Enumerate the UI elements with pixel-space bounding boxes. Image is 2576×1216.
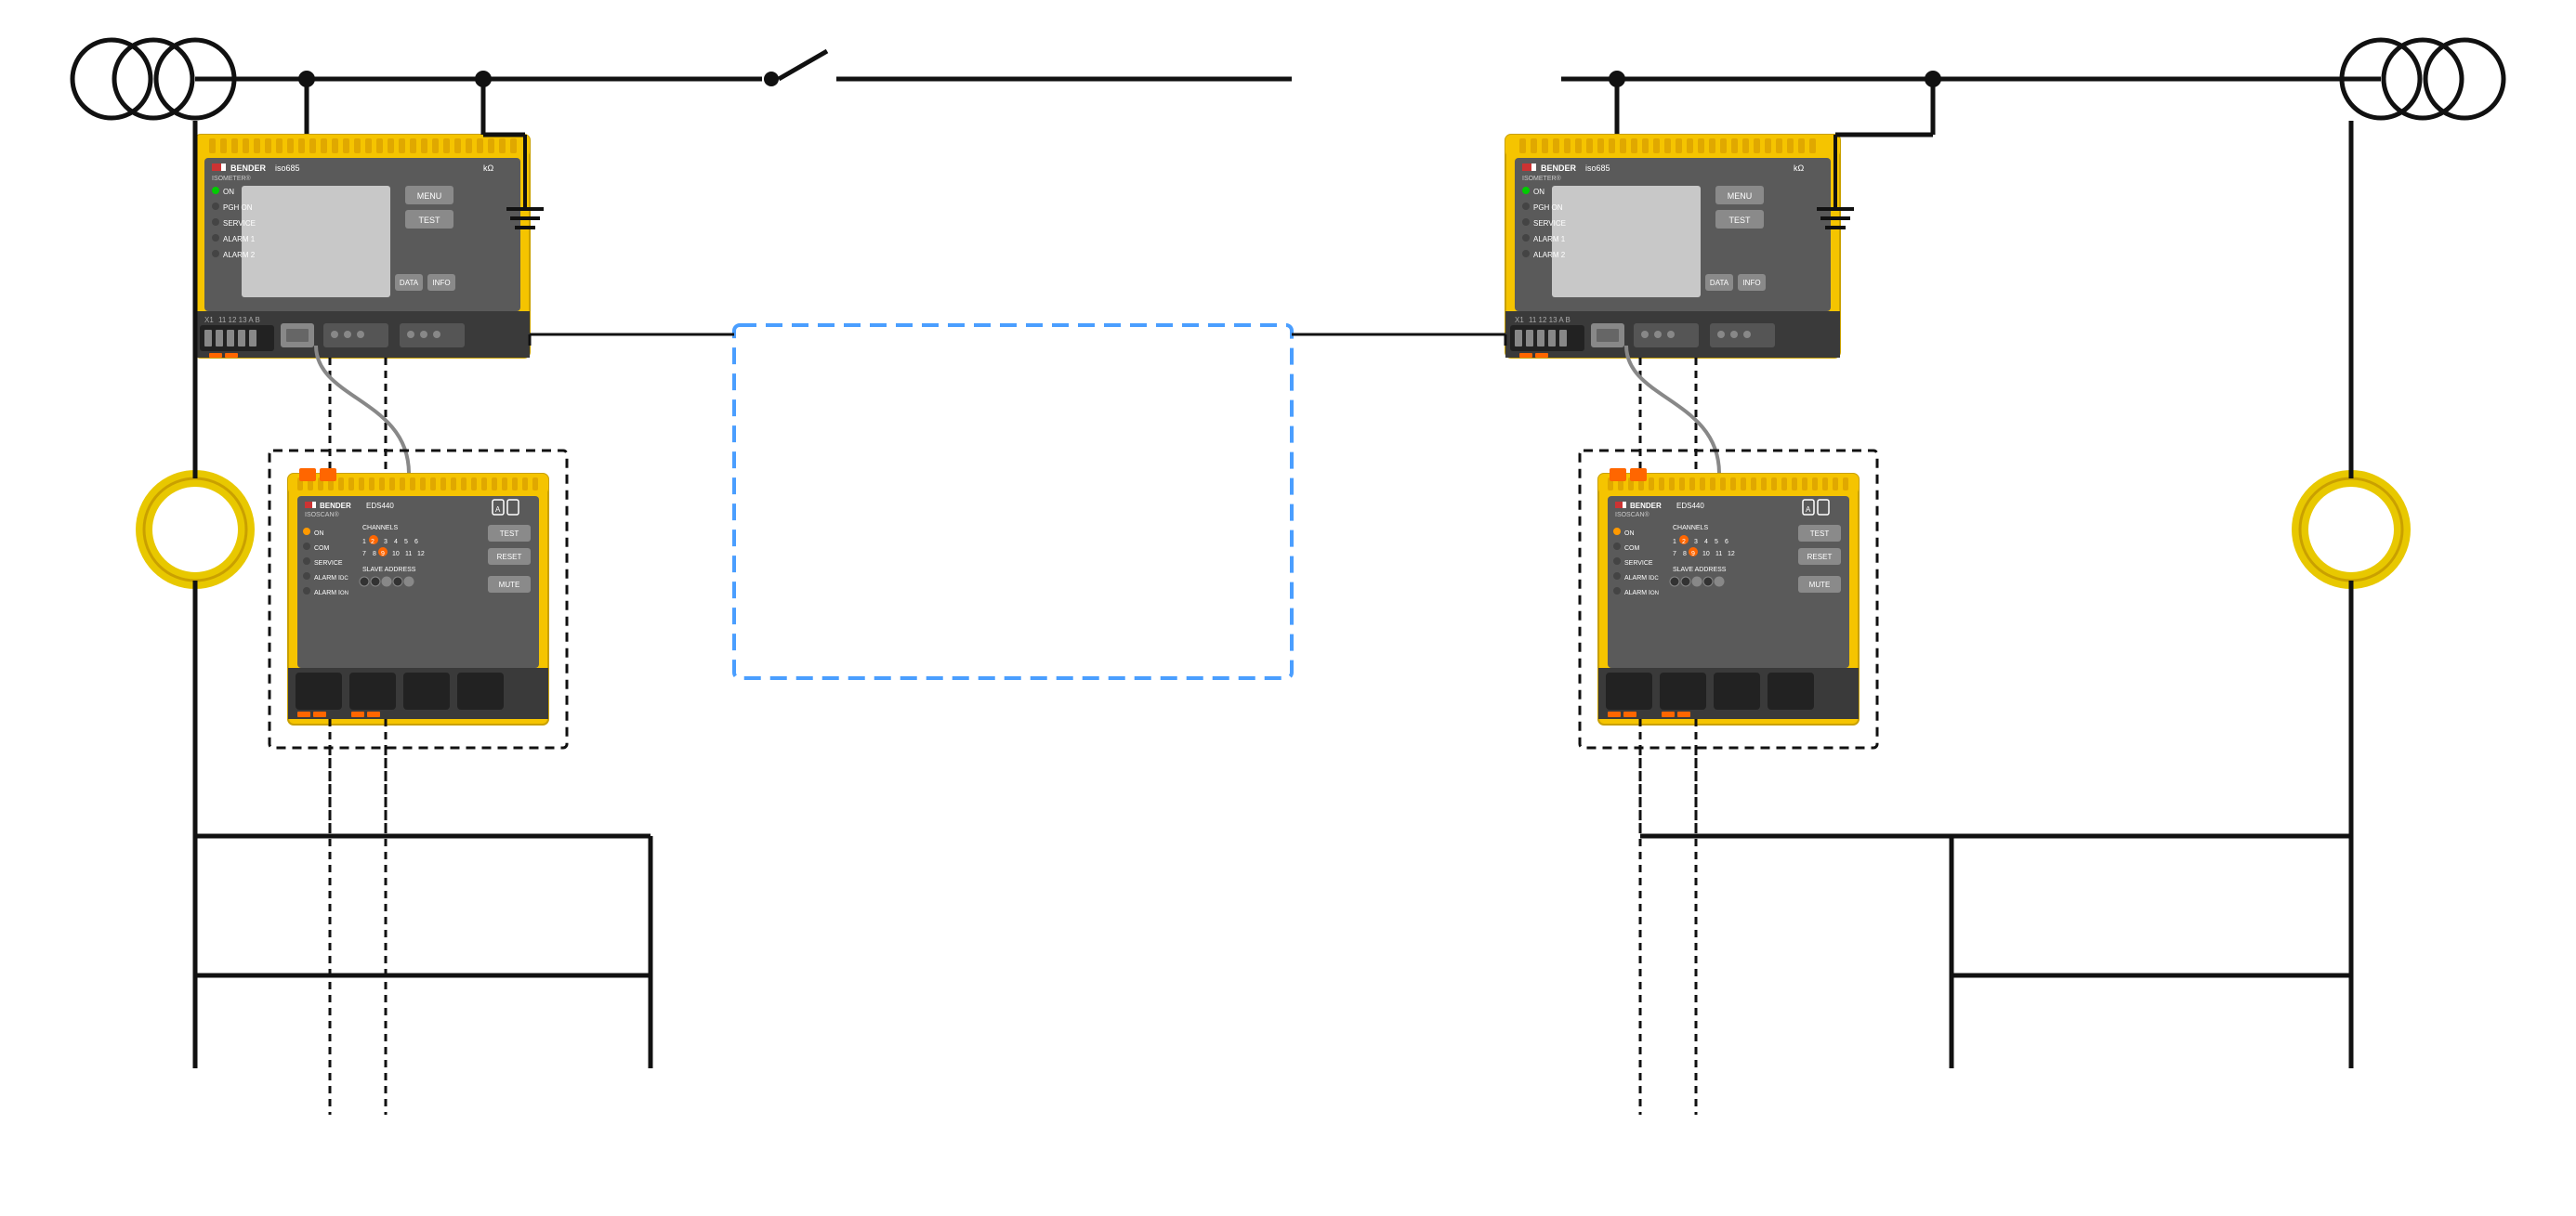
svg-text:7: 7	[1673, 551, 1676, 557]
svg-text:DC: DC	[340, 576, 348, 582]
svg-text:PGH ON: PGH ON	[1533, 203, 1563, 212]
svg-text:12: 12	[417, 551, 425, 557]
svg-text:kΩ: kΩ	[483, 163, 494, 173]
svg-text:SERVICE: SERVICE	[1624, 560, 1653, 567]
svg-text:10: 10	[1702, 551, 1710, 557]
svg-text:MUTE: MUTE	[1809, 581, 1831, 589]
svg-text:BENDER: BENDER	[320, 502, 351, 510]
svg-text:EDS440: EDS440	[366, 502, 394, 510]
svg-text:X1: X1	[1515, 316, 1524, 324]
svg-text:8: 8	[373, 551, 376, 557]
transformer-left	[72, 37, 221, 121]
svg-text:6: 6	[1725, 539, 1728, 545]
svg-text:BENDER: BENDER	[1541, 163, 1577, 173]
svg-text:ISOMETER®: ISOMETER®	[1522, 175, 1562, 182]
svg-text:SLAVE ADDRESS: SLAVE ADDRESS	[1673, 567, 1727, 573]
svg-text:SERVICE: SERVICE	[1533, 219, 1566, 228]
svg-text:COM: COM	[314, 545, 330, 552]
svg-text:RESET: RESET	[1807, 553, 1833, 561]
svg-text:11 12 13 A B: 11 12 13 A B	[218, 316, 260, 324]
svg-text:INFO: INFO	[432, 279, 450, 287]
iso685-right-device: BENDER iso685 MENU TEST	[1505, 135, 1840, 358]
toroid-right	[2309, 488, 2393, 571]
svg-text:BENDER: BENDER	[1630, 502, 1662, 510]
svg-text:CHANNELS: CHANNELS	[362, 525, 398, 531]
svg-text:ALARM 2: ALARM 2	[1533, 251, 1566, 259]
svg-text:12: 12	[1728, 551, 1735, 557]
svg-text:TEST: TEST	[1728, 216, 1751, 225]
svg-text:11: 11	[405, 551, 412, 557]
svg-text:ALARM 1: ALARM 1	[223, 235, 256, 243]
svg-text:TEST: TEST	[500, 530, 519, 538]
svg-text:ON: ON	[1533, 188, 1544, 196]
svg-text:10: 10	[392, 551, 400, 557]
svg-text:ON: ON	[223, 188, 234, 196]
svg-text:SLAVE ADDRESS: SLAVE ADDRESS	[362, 567, 416, 573]
svg-text:SERVICE: SERVICE	[314, 560, 343, 567]
svg-text:ON: ON	[314, 530, 324, 537]
svg-text:DC: DC	[1650, 576, 1659, 582]
svg-text:ALARM I: ALARM I	[314, 590, 340, 596]
toroid-left	[153, 488, 237, 571]
svg-text:DATA: DATA	[400, 279, 419, 287]
transformer-right	[2342, 37, 2491, 121]
svg-text:ISOMETER®: ISOMETER®	[212, 175, 252, 182]
svg-text:1: 1	[1673, 539, 1676, 545]
svg-text:DATA: DATA	[1710, 279, 1729, 287]
eds440-left-device: BENDER EDS440 TEST RESET MUTE	[288, 474, 548, 725]
svg-text:MUTE: MUTE	[499, 581, 520, 589]
svg-text:1: 1	[362, 539, 366, 545]
svg-text:BENDER: BENDER	[230, 163, 267, 173]
svg-text:CHANNELS: CHANNELS	[1673, 525, 1708, 531]
svg-text:2: 2	[371, 539, 375, 545]
svg-text:X1: X1	[204, 316, 214, 324]
svg-text:ISOSCAN®: ISOSCAN®	[1615, 511, 1650, 518]
svg-text:iso685: iso685	[1585, 163, 1610, 173]
svg-text:RESET: RESET	[497, 553, 522, 561]
svg-text:INFO: INFO	[1742, 279, 1760, 287]
svg-text:4: 4	[394, 539, 398, 545]
svg-text:TEST: TEST	[418, 216, 440, 225]
svg-text:6: 6	[414, 539, 418, 545]
svg-text:ALARM I: ALARM I	[1624, 575, 1650, 582]
svg-text:5: 5	[404, 539, 408, 545]
svg-text:A: A	[495, 505, 501, 514]
svg-text:MENU: MENU	[417, 191, 442, 201]
svg-text:7: 7	[362, 551, 366, 557]
svg-text:3: 3	[1694, 539, 1698, 545]
svg-text:ON: ON	[1650, 591, 1659, 596]
svg-text:EDS440: EDS440	[1676, 502, 1704, 510]
svg-text:11 12 13 A B: 11 12 13 A B	[1529, 316, 1571, 324]
svg-text:5: 5	[1715, 539, 1718, 545]
svg-text:ALARM 2: ALARM 2	[223, 251, 256, 259]
iso685-left-device: BENDER iso685 MENU TEST DATA INFO	[195, 135, 530, 358]
svg-text:9: 9	[1691, 551, 1695, 557]
svg-text:11: 11	[1715, 551, 1722, 557]
svg-text:3: 3	[384, 539, 388, 545]
svg-text:9: 9	[381, 551, 385, 557]
svg-text:2: 2	[1682, 539, 1686, 545]
svg-text:ON: ON	[1624, 530, 1635, 537]
dashed-communication-box	[734, 325, 1292, 678]
svg-text:MENU: MENU	[1728, 191, 1753, 201]
eds440-right-device: BENDER EDS440 TEST RESET MUTE	[1598, 474, 1859, 725]
svg-text:ON: ON	[340, 591, 348, 596]
svg-text:iso685: iso685	[275, 163, 300, 173]
svg-text:kΩ: kΩ	[1794, 163, 1805, 173]
svg-text:A: A	[1806, 505, 1811, 514]
svg-text:ALARM 1: ALARM 1	[1533, 235, 1566, 243]
svg-text:ALARM I: ALARM I	[1624, 590, 1650, 596]
svg-text:4: 4	[1704, 539, 1708, 545]
svg-text:PGH ON: PGH ON	[223, 203, 253, 212]
svg-text:COM: COM	[1624, 545, 1640, 552]
svg-text:SERVICE: SERVICE	[223, 219, 256, 228]
svg-text:8: 8	[1683, 551, 1687, 557]
svg-text:ISOSCAN®: ISOSCAN®	[305, 511, 340, 518]
svg-text:ALARM I: ALARM I	[314, 575, 340, 582]
svg-text:TEST: TEST	[1810, 530, 1830, 538]
